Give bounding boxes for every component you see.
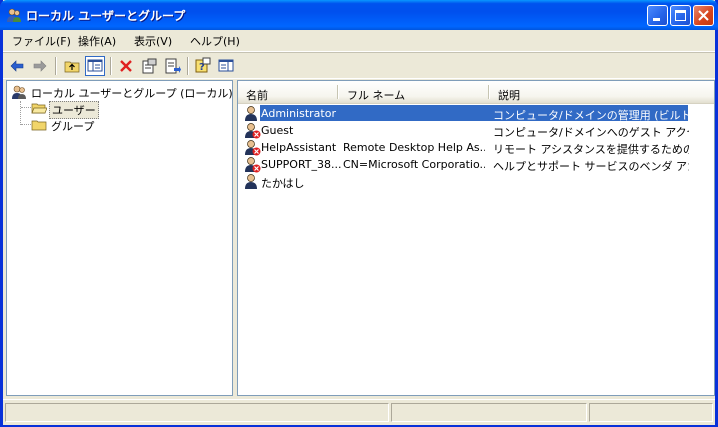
app-window: ローカル ユーザーとグループ ファイル(F) 操作(A) 表示(V) ヘルプ(H… [0, 0, 718, 427]
cell-description: コンピュータ/ドメインへのゲスト アクセス... [493, 126, 689, 139]
menu-view[interactable]: 表示(V) [134, 33, 172, 49]
maximize-icon [675, 10, 686, 21]
tree-connector [21, 107, 31, 108]
close-icon [698, 10, 709, 21]
disabled-user-icon [245, 140, 261, 156]
cell-description: ヘルプとサポート サービスのベンダ アカ... [493, 160, 689, 173]
export-list-icon[interactable] [162, 56, 182, 76]
toolbar-separator [187, 57, 189, 75]
cell-name: Guest [261, 124, 294, 137]
status-bar [3, 399, 715, 425]
maximize-button[interactable] [670, 5, 691, 26]
column-header-description[interactable]: 説明 [490, 81, 710, 103]
menu-bar: ファイル(F) 操作(A) 表示(V) ヘルプ(H) [3, 30, 715, 52]
tree-connector [20, 101, 21, 125]
window-title: ローカル ユーザーとグループ [26, 9, 186, 23]
delete-icon[interactable] [116, 56, 136, 76]
cell-fullname: Remote Desktop Help As... [343, 141, 485, 154]
cell-name: HelpAssistant [261, 141, 337, 154]
tree-groups-label: グループ [51, 120, 95, 133]
menu-file[interactable]: ファイル(F) [12, 33, 71, 49]
status-panel [5, 403, 389, 422]
folder-icon [31, 120, 47, 131]
cell-name: SUPPORT_38... [261, 158, 342, 171]
tree-users-label: ユーザー [49, 101, 99, 119]
menu-action[interactable]: 操作(A) [78, 33, 116, 49]
title-bar[interactable]: ローカル ユーザーとグループ [0, 0, 718, 30]
user-list[interactable]: 名前 フル ネーム 説明 Administrator コンピュータ/ドメインの管… [237, 80, 715, 396]
minimize-button[interactable] [647, 5, 668, 26]
tree-root-label: ローカル ユーザーとグループ (ローカル) [31, 87, 233, 100]
toolbar-separator [55, 57, 57, 75]
disabled-user-icon [245, 157, 261, 173]
cell-name: たかはし [261, 177, 305, 190]
cell-name: Administrator [261, 107, 336, 120]
close-button[interactable] [693, 5, 714, 26]
console-tree[interactable]: ローカル ユーザーとグループ (ローカル) ユーザー グループ [6, 80, 233, 396]
back-arrow-icon[interactable] [7, 56, 27, 76]
toolbar-separator [110, 57, 112, 75]
cell-fullname: CN=Microsoft Corporatio... [343, 158, 485, 171]
help-icon[interactable]: ? [193, 56, 213, 76]
forward-arrow-icon[interactable] [30, 56, 50, 76]
cell-description: コンピュータ/ドメインの管理用 (ビルトイ... [493, 109, 689, 122]
show-tree-button[interactable] [85, 56, 105, 76]
folder-open-icon [31, 103, 47, 114]
show-tree-icon [87, 59, 103, 72]
status-panel [589, 403, 713, 422]
cell-description: リモート アシスタンスを提供するためのア... [493, 143, 689, 156]
users-groups-app-icon [7, 8, 21, 22]
minimize-icon [653, 18, 660, 21]
status-panel [391, 403, 587, 422]
user-icon [245, 106, 257, 121]
up-folder-icon[interactable] [62, 56, 82, 76]
tree-connector [21, 124, 31, 125]
menu-help[interactable]: ヘルプ(H) [190, 33, 240, 49]
toolbar: ? [3, 52, 715, 79]
show-action-pane-icon[interactable] [216, 56, 236, 76]
list-header: 名前 フル ネーム 説明 [238, 81, 714, 104]
properties-icon[interactable] [139, 56, 159, 76]
column-header-fullname[interactable]: フル ネーム [339, 81, 487, 103]
user-icon [245, 174, 257, 189]
disabled-user-icon [245, 123, 261, 139]
column-header-name[interactable]: 名前 [238, 81, 338, 103]
users-groups-icon [12, 85, 26, 99]
